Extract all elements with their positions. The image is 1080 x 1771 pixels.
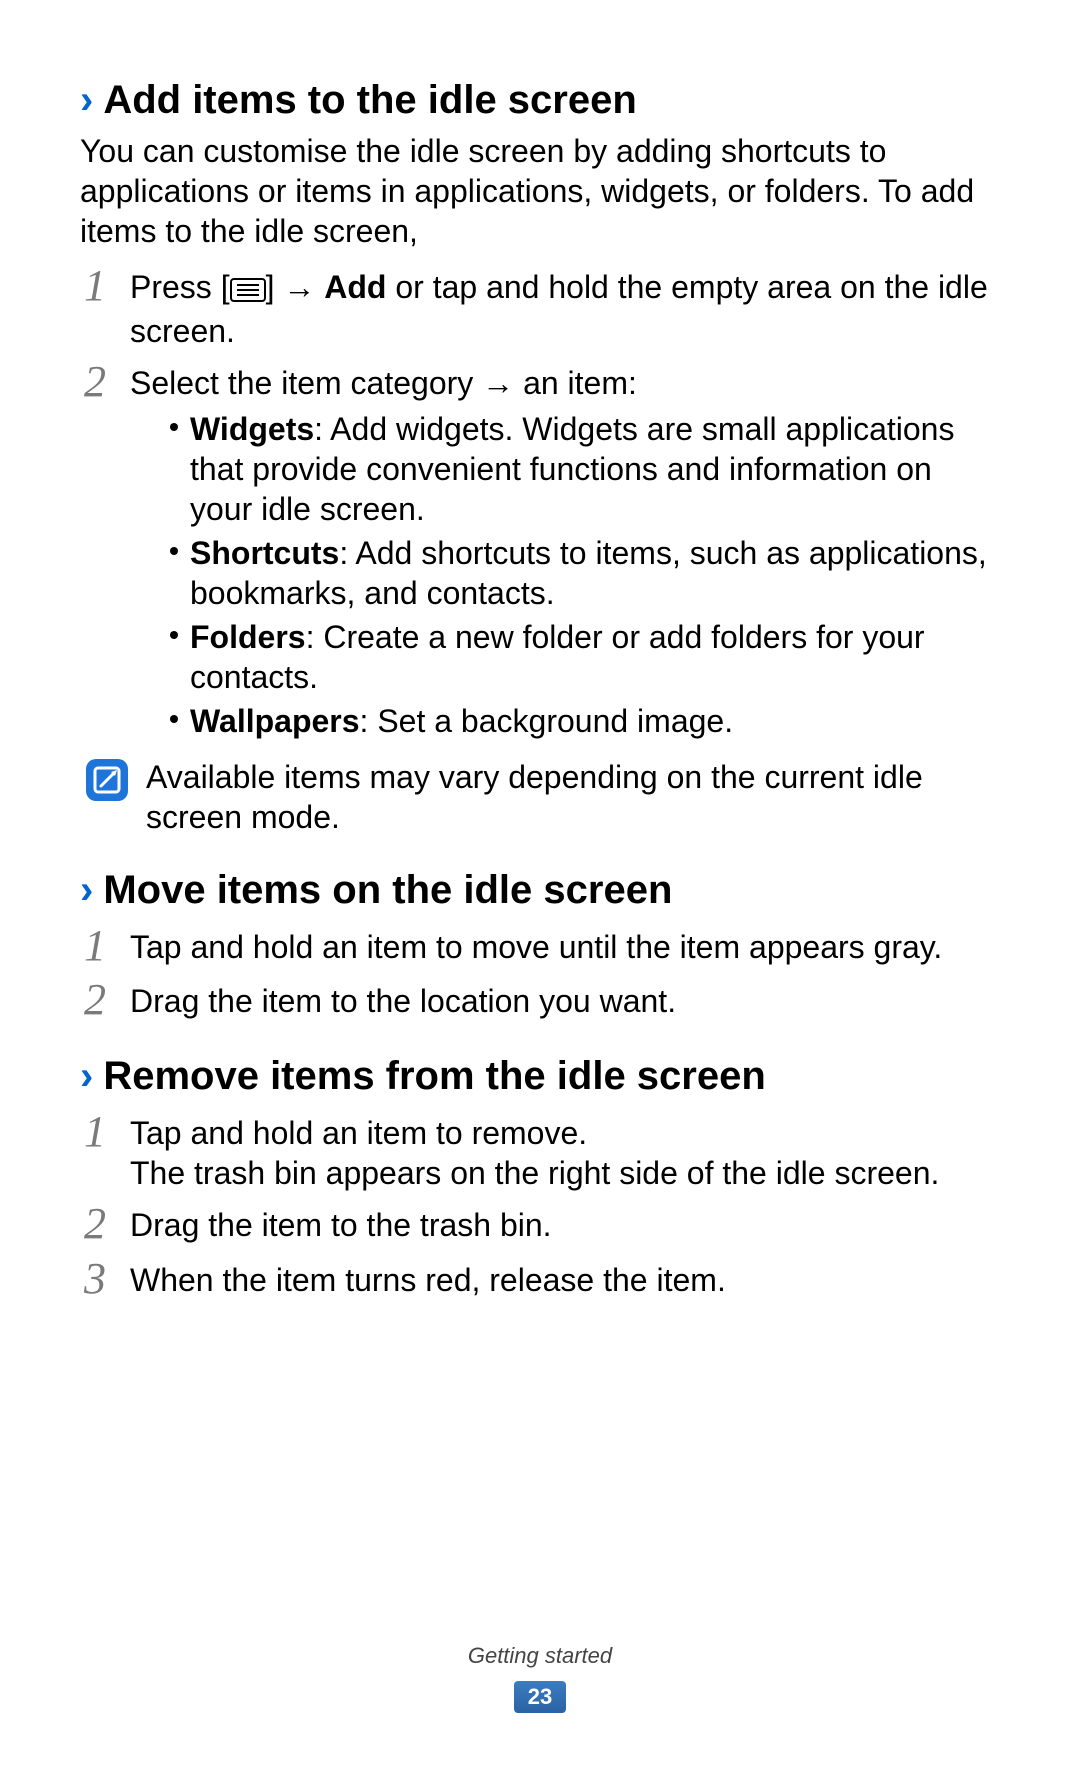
note-text: Available items may vary depending on th…: [146, 755, 1000, 837]
text: ] →: [266, 269, 325, 305]
text: : Set a background image.: [360, 703, 734, 739]
list-item: Shortcuts: Add shortcuts to items, such …: [170, 533, 1000, 613]
text-bold: Wallpapers: [190, 703, 360, 739]
text: Select the item category → an item:: [130, 365, 637, 401]
bullet-icon: [170, 715, 178, 723]
step-row: 2 Drag the item to the location you want…: [84, 977, 1000, 1023]
section-heading-remove: › Remove items from the idle screen: [80, 1051, 1000, 1101]
page-footer: Getting started 23: [0, 1642, 1080, 1714]
bullet-icon: [170, 631, 178, 639]
text-bold: Folders: [190, 619, 306, 655]
step-text: Drag the item to the location you want.: [130, 977, 1000, 1021]
step-row: 1 Press [] → Add or tap and hold the emp…: [84, 263, 1000, 351]
section-heading-move: › Move items on the idle screen: [80, 865, 1000, 915]
step-text: Select the item category → an item: Widg…: [130, 359, 1000, 745]
section-title: Remove items from the idle screen: [103, 1051, 765, 1101]
chapter-label: Getting started: [0, 1642, 1080, 1670]
text: The trash bin appears on the right side …: [130, 1155, 939, 1191]
bullet-icon: [170, 423, 178, 431]
step-row: 2 Drag the item to the trash bin.: [84, 1201, 1000, 1247]
menu-key-icon: [230, 271, 266, 311]
list-item: Folders: Create a new folder or add fold…: [170, 617, 1000, 697]
note-icon: [84, 757, 130, 803]
step-text: When the item turns red, release the ite…: [130, 1256, 1000, 1300]
text: Tap and hold an item to remove.: [130, 1115, 587, 1151]
step-number: 1: [84, 263, 112, 309]
step-text: Tap and hold an item to move until the i…: [130, 923, 1000, 967]
step-row: 1 Tap and hold an item to remove. The tr…: [84, 1109, 1000, 1193]
section-title: Move items on the idle screen: [103, 865, 672, 915]
chevron-icon: ›: [80, 870, 93, 910]
list-item: Wallpapers: Set a background image.: [170, 701, 1000, 741]
page-content: › Add items to the idle screen You can c…: [80, 75, 1000, 1310]
bullet-icon: [170, 547, 178, 555]
step-number: 1: [84, 1109, 112, 1155]
step-row: 2 Select the item category → an item: Wi…: [84, 359, 1000, 745]
step-row: 3 When the item turns red, release the i…: [84, 1256, 1000, 1302]
chevron-icon: ›: [80, 1056, 93, 1096]
note-block: Available items may vary depending on th…: [84, 755, 1000, 837]
step-text: Drag the item to the trash bin.: [130, 1201, 1000, 1245]
step-number: 2: [84, 359, 112, 405]
text: Press [: [130, 269, 230, 305]
step-text: Tap and hold an item to remove. The tras…: [130, 1109, 1000, 1193]
section-title: Add items to the idle screen: [103, 75, 636, 125]
bullet-list: Widgets: Add widgets. Widgets are small …: [170, 409, 1000, 741]
list-item: Widgets: Add widgets. Widgets are small …: [170, 409, 1000, 529]
step-text: Press [] → Add or tap and hold the empty…: [130, 263, 1000, 351]
chevron-icon: ›: [80, 80, 93, 120]
section-heading-add: › Add items to the idle screen: [80, 75, 1000, 125]
step-number: 3: [84, 1256, 112, 1302]
text-bold: Add: [324, 269, 386, 305]
step-number: 2: [84, 977, 112, 1023]
step-number: 2: [84, 1201, 112, 1247]
page-number-badge: 23: [514, 1681, 566, 1713]
intro-text: You can customise the idle screen by add…: [80, 131, 1000, 251]
step-number: 1: [84, 923, 112, 969]
text-bold: Widgets: [190, 411, 314, 447]
step-row: 1 Tap and hold an item to move until the…: [84, 923, 1000, 969]
text-bold: Shortcuts: [190, 535, 339, 571]
